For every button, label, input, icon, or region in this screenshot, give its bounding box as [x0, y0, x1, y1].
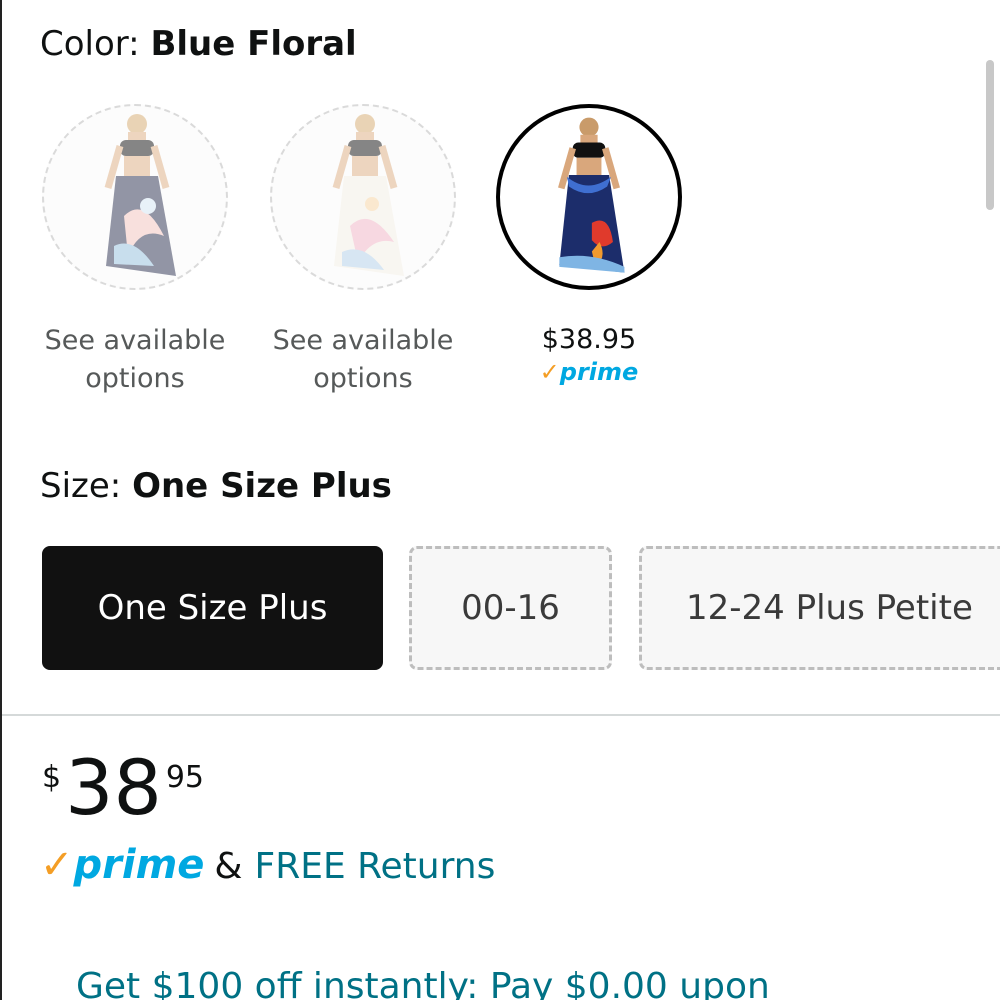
swatch-2-caption-line2: options	[313, 363, 413, 394]
color-swatch-1[interactable]	[42, 104, 228, 290]
free-returns-link[interactable]: FREE Returns	[254, 846, 495, 887]
prime-check-icon: ✓	[40, 842, 74, 888]
prime-logo-label: prime	[73, 842, 205, 888]
size-option-00-16[interactable]: 00-16	[409, 546, 612, 670]
color-selected-value: Blue Floral	[150, 24, 357, 64]
size-option-label: One Size Plus	[97, 588, 328, 628]
product-options-page: Color: Blue Floral See available options	[0, 0, 1000, 1000]
color-label: Color: Blue Floral	[40, 24, 357, 64]
color-swatch-3-selected[interactable]	[496, 104, 682, 290]
size-option-one-size-plus[interactable]: One Size Plus	[42, 546, 383, 670]
prime-returns-row: ✓prime & FREE Returns	[40, 842, 495, 888]
skirt-image-pastel-print	[332, 114, 404, 276]
size-label: Size: One Size Plus	[40, 466, 392, 506]
swatch-1-caption: See available options	[20, 322, 250, 398]
swatch-3-prime-label: prime	[559, 358, 639, 386]
swatch-2-caption: See available options	[248, 322, 478, 398]
skirt-image-navy-floral	[558, 117, 625, 273]
size-option-label: 00-16	[461, 588, 560, 628]
swatch-1-caption-line2: options	[85, 363, 185, 394]
size-selected-value: One Size Plus	[132, 466, 392, 506]
skirt-image-dark-print	[104, 114, 176, 276]
swatch-1-caption-line1: See available	[44, 325, 226, 356]
prime-logo[interactable]: ✓prime	[40, 842, 204, 888]
price-currency-symbol: $	[42, 760, 62, 795]
swatch-2-caption-line1: See available	[272, 325, 454, 356]
size-option-12-24-plus-petite[interactable]: 12-24 Plus Petite	[639, 546, 1000, 670]
size-option-label: 12-24 Plus Petite	[686, 588, 973, 628]
promo-offer-link[interactable]: Get $100 off instantly: Pay $0.00 upon	[76, 966, 770, 1000]
color-label-prefix: Color:	[40, 24, 151, 64]
prime-check-icon: ✓	[539, 358, 560, 386]
price-whole: 38	[65, 743, 162, 832]
section-divider	[2, 714, 1000, 716]
price-fraction: 95	[165, 760, 204, 795]
ampersand: &	[214, 846, 243, 887]
color-swatch-2[interactable]	[270, 104, 456, 290]
swatch-3-price: $38.95	[541, 324, 637, 355]
scrollbar[interactable]	[986, 60, 994, 210]
swatch-3-prime-badge: ✓prime	[474, 358, 704, 386]
size-label-prefix: Size:	[40, 466, 133, 506]
price-display: $ 38 95	[42, 748, 204, 828]
